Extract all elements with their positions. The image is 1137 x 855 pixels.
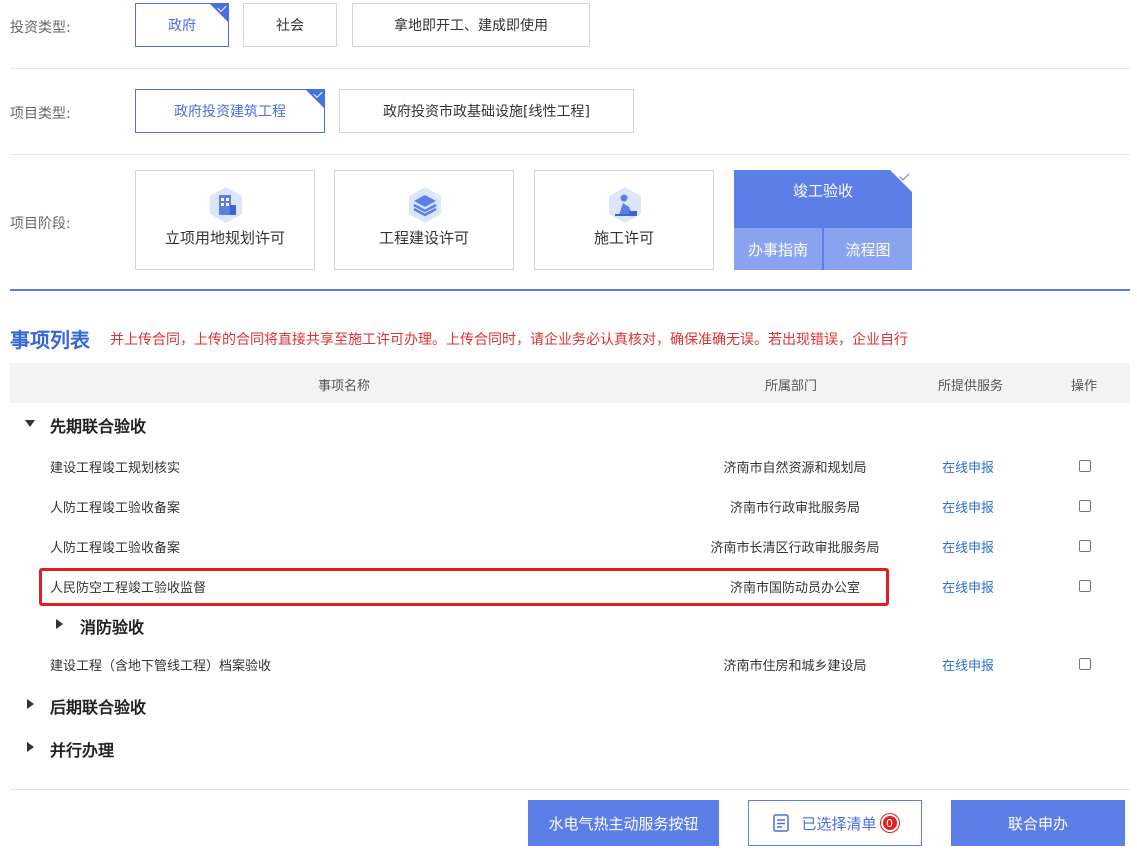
table-row: 人防工程竣工验收备案 济南市长清区行政审批服务局 在线申报 — [10, 526, 1130, 566]
stage-label: 工程建设许可 — [378, 229, 469, 247]
online-apply-link[interactable]: 在线申报 — [942, 457, 994, 476]
project-option-building[interactable]: 政府投资建筑工程 — [135, 89, 325, 133]
notice-marquee: 并上传合同，上传的合同将直接共享至施工许可办理。上传合同时，请企业务必认真核对，… — [110, 332, 908, 348]
group-late-acceptance[interactable]: 后期联合验收 — [50, 694, 146, 718]
joint-apply-button[interactable]: 联合申办 — [951, 800, 1125, 846]
project-option-municipal[interactable]: 政府投资市政基础设施[线性工程] — [339, 89, 634, 133]
stage-construction-permit[interactable]: 工程建设许可 — [334, 170, 514, 270]
item-dept: 济南市住房和城乡建设局 — [723, 659, 867, 674]
option-label: 社会 — [276, 18, 304, 34]
option-label: 拿地即开工、建成即使用 — [394, 18, 548, 34]
section-divider — [10, 289, 1130, 291]
stage-label: 立项用地规划许可 — [164, 229, 285, 247]
item-name: 人防工程竣工验收备案 — [50, 501, 181, 516]
flowchart-link[interactable]: 流程图 — [824, 228, 912, 270]
utilities-service-button[interactable]: 水电气热主动服务按钮 — [528, 800, 719, 846]
option-label: 政府投资市政基础设施[线性工程] — [383, 104, 590, 120]
stage-completion-acceptance[interactable]: 竣工验收 办事指南 流程图 — [734, 170, 912, 270]
option-label: 政府投资建筑工程 — [174, 104, 286, 120]
item-name: 人防工程竣工验收备案 — [50, 541, 181, 556]
column-header-dept: 所属部门 — [765, 379, 818, 394]
building-chart-icon — [210, 187, 242, 223]
stage-label: 竣工验收 — [792, 182, 853, 200]
online-apply-link[interactable]: 在线申报 — [942, 577, 994, 596]
column-header-service: 所提供服务 — [938, 379, 1004, 394]
subgroup-fire-acceptance[interactable]: 消防验收 — [80, 614, 144, 638]
selected-list-label: 已选择清单 — [801, 814, 877, 833]
item-dept: 济南市长清区行政审批服务局 — [710, 541, 880, 556]
column-header-action: 操作 — [1071, 379, 1098, 394]
construction-worker-icon — [609, 187, 641, 223]
investment-option-social[interactable]: 社会 — [243, 3, 337, 47]
item-name: 建设工程竣工规划核实 — [50, 461, 181, 476]
stage-building-permit[interactable]: 施工许可 — [534, 170, 714, 270]
item-dept: 济南市行政审批服务局 — [729, 501, 860, 516]
item-checkbox[interactable] — [1079, 500, 1091, 512]
clipboard-list-icon — [773, 814, 790, 832]
list-title: 事项列表 — [10, 328, 90, 352]
selected-list-button[interactable]: 已选择清单 0 — [748, 800, 922, 846]
option-label: 政府 — [168, 18, 196, 34]
layers-icon — [409, 187, 441, 223]
table-row: 建设工程竣工规划核实 济南市自然资源和规划局 在线申报 — [10, 446, 1130, 486]
online-apply-link[interactable]: 在线申报 — [942, 537, 994, 556]
investment-option-fast-track[interactable]: 拿地即开工、建成即使用 — [352, 3, 590, 47]
online-apply-link[interactable]: 在线申报 — [942, 497, 994, 516]
item-checkbox[interactable] — [1079, 460, 1091, 472]
online-apply-link[interactable]: 在线申报 — [942, 655, 994, 674]
table-row: 人防工程竣工验收备案 济南市行政审批服务局 在线申报 — [10, 486, 1130, 526]
project-type-label: 项目类型: — [10, 106, 71, 122]
item-checkbox[interactable] — [1079, 540, 1091, 552]
highlight-box — [39, 568, 889, 606]
stage-land-planning[interactable]: 立项用地规划许可 — [135, 170, 315, 270]
stage-label: 施工许可 — [593, 229, 654, 247]
item-name: 建设工程（含地下管线工程）档案验收 — [50, 659, 272, 674]
item-dept: 济南市自然资源和规划局 — [723, 461, 867, 476]
caret-right-icon[interactable] — [27, 699, 34, 709]
caret-down-icon[interactable] — [25, 420, 35, 427]
item-checkbox[interactable] — [1079, 580, 1091, 592]
table-header: 事项名称 所属部门 所提供服务 操作 — [10, 363, 1130, 403]
guide-link[interactable]: 办事指南 — [734, 228, 822, 270]
item-checkbox[interactable] — [1079, 658, 1091, 670]
caret-right-icon[interactable] — [56, 619, 63, 629]
group-early-acceptance[interactable]: 先期联合验收 — [50, 413, 146, 437]
investment-type-label: 投资类型: — [10, 20, 71, 36]
investment-option-government[interactable]: 政府 — [135, 3, 229, 47]
caret-right-icon[interactable] — [27, 742, 34, 752]
group-parallel[interactable]: 并行办理 — [50, 737, 114, 761]
column-header-name: 事项名称 — [318, 379, 371, 394]
table-row: 建设工程（含地下管线工程）档案验收 济南市住房和城乡建设局 在线申报 — [10, 644, 1130, 684]
footer-divider — [10, 789, 1130, 790]
selected-count-badge: 0 — [880, 814, 899, 832]
project-stage-label: 项目阶段: — [10, 216, 71, 232]
